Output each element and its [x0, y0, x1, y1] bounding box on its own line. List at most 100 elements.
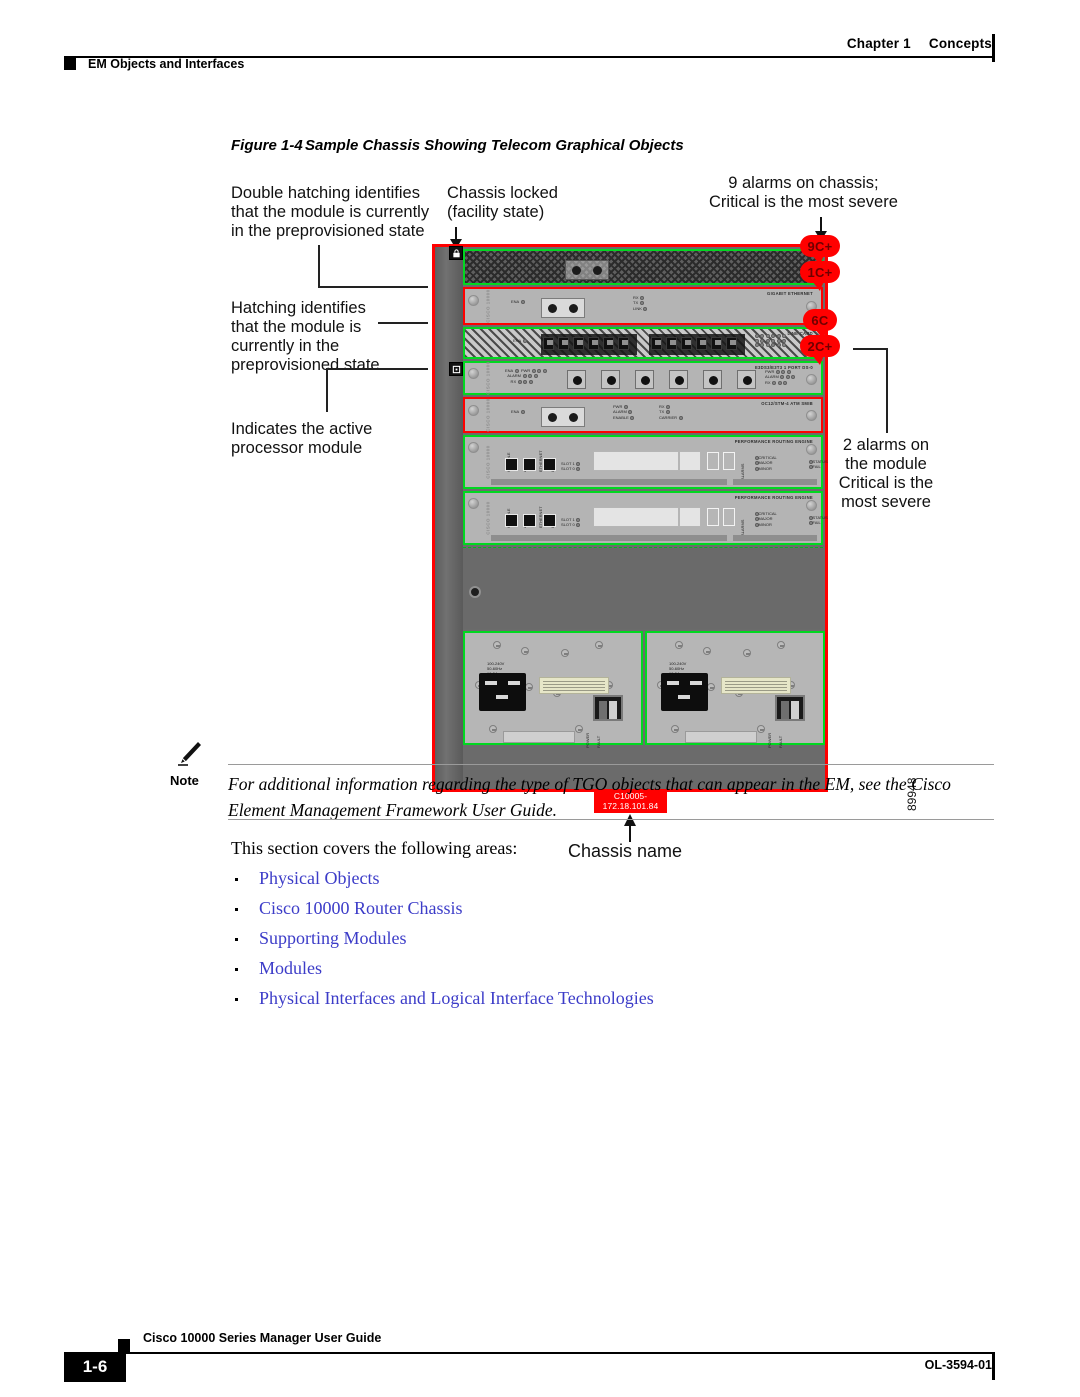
module-5-vbox-2	[723, 452, 735, 470]
module-2-led-ena: ENA	[513, 338, 527, 343]
leader-double-hatching-v	[318, 245, 320, 288]
note-label: Note	[170, 773, 199, 788]
chassis-graphic[interactable]: CISCO 10000 ENA RX TX LINK GIGABIT ETHERNE…	[432, 244, 828, 792]
link-supporting-modules[interactable]: Supporting Modules	[259, 928, 407, 949]
psu-left-screw-3	[561, 649, 569, 657]
module-6-knob-right	[806, 500, 817, 511]
psu-right-label	[721, 677, 791, 694]
alarm-badge-module-2[interactable]: 6C	[803, 309, 837, 339]
alarm-badge-chassis[interactable]: 9C+	[800, 235, 840, 265]
psu-right-screw-4	[777, 641, 785, 649]
module-slot-2[interactable]: ENA LINE CARD	[463, 327, 823, 359]
module-1-knob-top	[468, 295, 479, 306]
module-5-aux-port	[523, 458, 536, 471]
header-section-title: EM Objects and Interfaces	[88, 57, 245, 71]
psu-left-pin-2	[508, 681, 520, 685]
module-6-handle-right	[733, 535, 817, 541]
module-slot-4[interactable]: CISCO 10000 ENA PWR ALARM ENABLE RX TX CARRI…	[463, 397, 823, 433]
module-2-port-9	[681, 337, 692, 350]
module-6-vbox-2	[723, 508, 735, 526]
active-processor-icon[interactable]	[449, 362, 463, 376]
module-5-knob-top	[468, 442, 479, 453]
list-item[interactable]: Supporting Modules	[231, 928, 931, 958]
module-5-face: CISCO 10000 CONSOLE AUX ETHERNET LINK SL…	[465, 437, 828, 487]
list-item[interactable]: Modules	[231, 958, 931, 988]
psu-right-pin-2	[690, 681, 702, 685]
psu-right-switch[interactable]	[775, 695, 805, 721]
psu-right-screw-10	[757, 725, 765, 733]
list-item[interactable]: Physical Interfaces and Logical Interfac…	[231, 988, 931, 1018]
psu-left-pin-3	[496, 695, 508, 699]
module-2-port-7	[651, 337, 662, 350]
module-6-status-leds: STATUS FAIL	[807, 515, 828, 526]
bullet-dot	[235, 998, 238, 1001]
list-item[interactable]: Cisco 10000 Router Chassis	[231, 898, 931, 928]
module-6-slot-leds: SLOT 1 SLOT 0	[561, 517, 581, 528]
psu-left-screw-4	[595, 641, 603, 649]
module-3-port-2	[635, 370, 654, 389]
bullet-dot	[235, 908, 238, 911]
psu-left-fault-led-label: FAULT	[596, 735, 601, 748]
header-chapter-title: Concepts	[928, 36, 992, 51]
lock-icon[interactable]	[449, 246, 463, 260]
footer-page-number: 1-6	[64, 1352, 126, 1382]
module-4-port-b	[569, 413, 578, 422]
psu-left-switch[interactable]	[593, 695, 623, 721]
bullet-dot	[235, 878, 238, 881]
bullet-dot	[235, 938, 238, 941]
module-6-knob-top	[468, 498, 479, 509]
module-slot-0[interactable]	[463, 249, 823, 285]
alarm-badge-module-3[interactable]: 2C+	[800, 335, 840, 365]
module-3-port-3	[669, 370, 688, 389]
module-6-vbox-1	[707, 508, 719, 526]
psu-left[interactable]: 100-240V50-60Hz10-5A POWER FAULT	[463, 631, 643, 748]
module-3-led-right: PWR ALARM RX	[765, 369, 796, 385]
psu-zone: 100-240V50-60Hz10-5A POWER FAULT	[463, 631, 825, 748]
leader-active-processor-v	[326, 368, 328, 412]
module-slot-1[interactable]: CISCO 10000 ENA RX TX LINK GIGABIT ETHERNE…	[463, 287, 823, 325]
psu-right-pin-1	[667, 681, 679, 685]
link-physical-interfaces[interactable]: Physical Interfaces and Logical Interfac…	[259, 988, 654, 1009]
link-physical-objects[interactable]: Physical Objects	[259, 868, 379, 889]
list-item[interactable]: Physical Objects	[231, 868, 931, 898]
psu-right[interactable]: 100-240V50-60Hz10-5A POWER FAULT	[645, 631, 825, 748]
link-modules[interactable]: Modules	[259, 958, 322, 979]
module-2-port-12	[726, 337, 737, 350]
module-5-pcmcia	[593, 451, 679, 471]
module-slot-5[interactable]: CISCO 10000 CONSOLE AUX ETHERNET LINK SL…	[463, 435, 828, 489]
annotation-hatching: Hatching identifies that the module is c…	[231, 299, 380, 374]
module-3-face: CISCO 10000 ENA PWR ALARM RX PWR ALARM RX …	[465, 361, 821, 395]
chassis-body: CISCO 10000 ENA RX TX LINK GIGABIT ETHERNE…	[435, 247, 828, 789]
module-1-cisco-logo: CISCO 10000	[485, 289, 491, 323]
active-processor-icon-glyph	[452, 365, 460, 373]
lock-icon-glyph	[452, 248, 460, 257]
psu-left-screw-6	[525, 683, 533, 691]
psu-right-switch-on	[791, 701, 799, 719]
note-text: For additional information regarding the…	[228, 774, 951, 820]
leader-active-processor-h	[326, 368, 428, 370]
alarm-badge-module-1[interactable]: 1C+	[800, 261, 840, 291]
module-6-pcmcia	[593, 507, 679, 527]
module-4-name: OC12/STM-4 ATM SMIB	[761, 401, 813, 406]
figure-sample-chassis: Double hatching identifies that the modu…	[0, 165, 1080, 861]
module-slot-6[interactable]: CISCO 10000 CONSOLE AUX ETHERNET LINK SL…	[463, 491, 828, 545]
module-6-handle-left	[491, 535, 727, 541]
module-2-port-1	[543, 337, 554, 350]
psu-right-screw-2	[703, 647, 711, 655]
module-slot-3[interactable]: CISCO 10000 ENA PWR ALARM RX PWR ALARM RX …	[463, 361, 823, 395]
psu-right-connector	[661, 673, 708, 711]
psu-right-screw-6	[707, 683, 715, 691]
module-0-face	[465, 251, 821, 283]
module-0-dualport	[565, 260, 609, 280]
module-4-knob-right	[806, 410, 817, 421]
module-3-port-1	[601, 370, 620, 389]
link-cisco-10000-router-chassis[interactable]: Cisco 10000 Router Chassis	[259, 898, 463, 919]
module-5-cisco-logo: CISCO 10000	[485, 445, 491, 479]
module-2-portbank-right	[649, 334, 745, 355]
module-2-led-matrix	[753, 334, 786, 348]
module-2-port-2	[558, 337, 569, 350]
chassis-empty-bay	[463, 547, 823, 629]
module-1-port-a	[548, 304, 557, 313]
leader-hatching-h	[378, 322, 428, 324]
module-5-handle-right	[733, 479, 817, 485]
